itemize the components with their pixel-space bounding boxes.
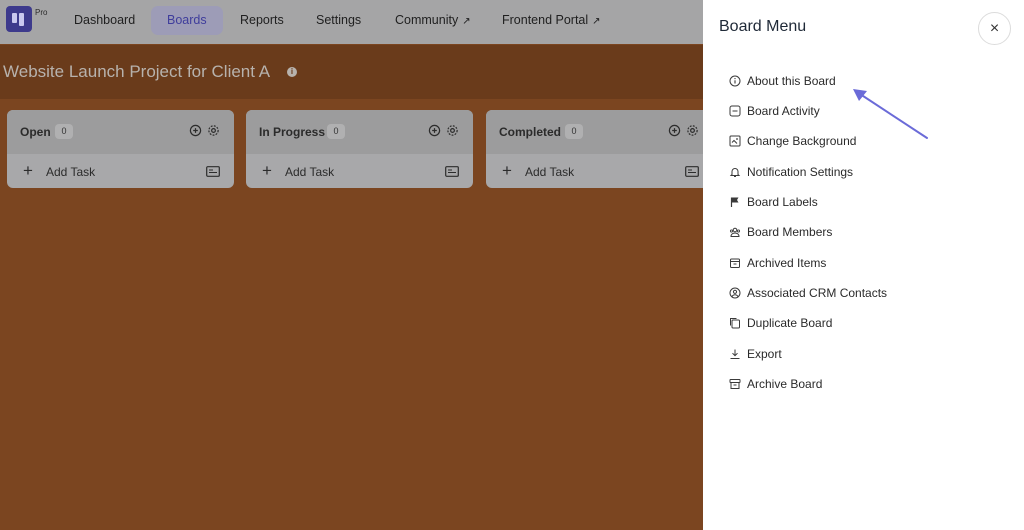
nav-dashboard[interactable]: Dashboard xyxy=(74,6,135,35)
activity-icon xyxy=(729,105,741,117)
menu-item-board-labels[interactable]: Board Labels xyxy=(729,193,1009,213)
column-header: Open 0 xyxy=(7,110,234,154)
column-name: In Progress xyxy=(259,125,326,139)
add-task-label: Add Task xyxy=(525,165,575,179)
archive-icon xyxy=(729,379,741,389)
add-task-button[interactable]: + Add Task xyxy=(486,154,703,188)
bell-icon xyxy=(729,168,741,177)
column-header: In Progress 0 xyxy=(246,110,473,154)
menu-item-label: Archived Items xyxy=(747,256,827,270)
panel-title: Board Menu xyxy=(719,18,807,35)
close-icon: × xyxy=(989,20,1000,37)
menu-item-label: Archive Board xyxy=(747,377,823,391)
plus-icon: + xyxy=(262,161,272,180)
menu-item-label: About this Board xyxy=(747,74,836,88)
add-circle-icon[interactable] xyxy=(189,124,202,137)
column-name: Open xyxy=(20,125,51,139)
menu-item-notification-settings[interactable]: Notification Settings xyxy=(729,163,1009,183)
card-template-icon[interactable] xyxy=(445,166,459,177)
board-column-open: Open 0 + Add Task xyxy=(7,110,234,188)
annotation-arrow xyxy=(853,89,928,139)
info-icon xyxy=(729,75,741,87)
board-column-in-progress: In Progress 0 + Add Task xyxy=(246,110,473,188)
nav-community[interactable]: Community ↗ xyxy=(395,6,471,35)
menu-item-duplicate-board[interactable]: Duplicate Board xyxy=(729,314,1009,334)
add-task-button[interactable]: + Add Task xyxy=(7,154,234,188)
menu-item-label: Board Labels xyxy=(747,195,818,209)
plus-icon: + xyxy=(502,161,512,180)
card-template-icon[interactable] xyxy=(206,166,220,177)
menu-item-export[interactable]: Export xyxy=(729,345,1009,365)
external-link-icon: ↗ xyxy=(592,16,601,27)
add-circle-icon[interactable] xyxy=(668,124,681,137)
copy-icon xyxy=(730,318,740,329)
menu-item-associated-crm-contacts[interactable]: Associated CRM Contacts xyxy=(729,284,1009,304)
nav-reports[interactable]: Reports xyxy=(240,6,284,35)
archive-box-icon xyxy=(730,258,740,268)
menu-item-label: Change Background xyxy=(747,134,857,148)
menu-item-archive-board[interactable]: Archive Board xyxy=(729,375,1009,395)
card-template-icon[interactable] xyxy=(685,166,699,177)
board-menu-panel: Board Menu × About this Board Board Acti… xyxy=(703,0,1024,530)
menu-item-board-members[interactable]: Board Members xyxy=(729,223,1009,243)
flag-icon xyxy=(730,197,739,207)
gear-icon[interactable] xyxy=(686,124,699,137)
task-count-badge: 0 xyxy=(55,124,73,139)
external-link-icon: ↗ xyxy=(462,16,471,27)
board-info-icon[interactable]: i xyxy=(287,67,297,77)
plus-icon: + xyxy=(23,161,33,180)
menu-item-label: Board Members xyxy=(747,225,833,239)
members-icon xyxy=(729,227,741,237)
gear-icon[interactable] xyxy=(207,124,220,137)
menu-item-label: Export xyxy=(747,347,782,361)
download-icon xyxy=(730,349,740,359)
menu-item-label: Duplicate Board xyxy=(747,316,833,330)
nav-settings[interactable]: Settings xyxy=(316,6,361,35)
menu-item-label: Board Activity xyxy=(747,104,820,118)
user-circle-icon xyxy=(729,287,741,299)
gear-icon[interactable] xyxy=(446,124,459,137)
menu-item-label: Associated CRM Contacts xyxy=(747,286,888,300)
add-task-button[interactable]: + Add Task xyxy=(246,154,473,188)
column-name: Completed xyxy=(499,125,562,139)
task-count-badge: 0 xyxy=(327,124,345,139)
nav-boards[interactable]: Boards xyxy=(151,6,223,35)
image-icon xyxy=(729,135,741,147)
close-button[interactable]: × xyxy=(978,12,1011,45)
task-count-badge: 0 xyxy=(565,124,583,139)
menu-item-archived-items[interactable]: Archived Items xyxy=(729,254,1009,274)
menu-item-label: Notification Settings xyxy=(747,165,854,179)
board-column-completed: Completed 0 + Add Task xyxy=(486,110,703,188)
board-title: Website Launch Project for Client A xyxy=(3,62,271,81)
app-logo[interactable] xyxy=(6,6,32,32)
column-header: Completed 0 xyxy=(486,110,703,154)
add-task-label: Add Task xyxy=(46,165,96,179)
add-circle-icon[interactable] xyxy=(428,124,441,137)
nav-frontend-portal[interactable]: Frontend Portal ↗ xyxy=(502,6,601,35)
add-task-label: Add Task xyxy=(285,165,335,179)
pro-badge: Pro xyxy=(35,8,48,17)
